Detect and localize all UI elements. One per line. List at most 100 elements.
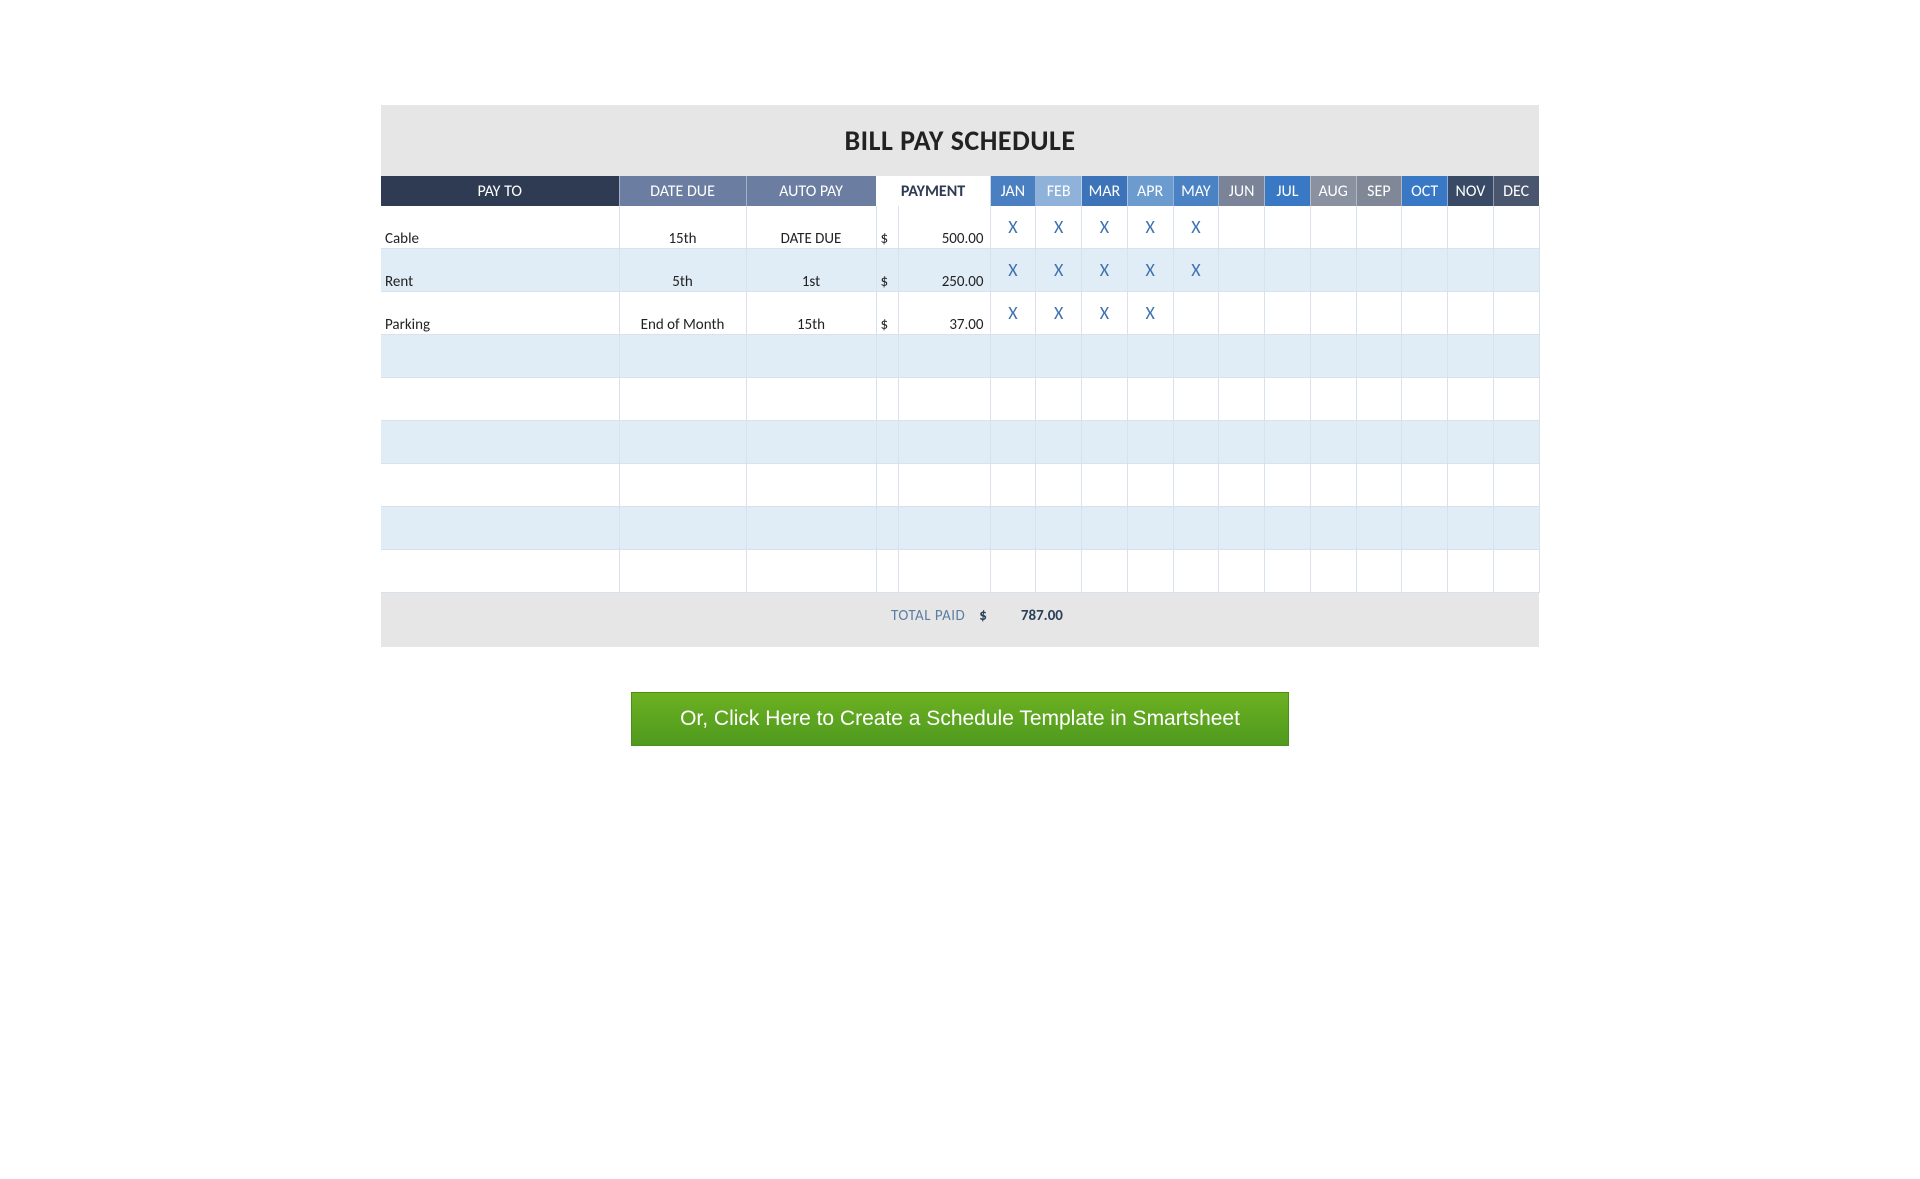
cell-month-jan[interactable]	[990, 335, 1036, 378]
cell-month-jul[interactable]	[1265, 249, 1311, 292]
cell-month-dec[interactable]	[1493, 206, 1539, 249]
cell-month-apr[interactable]	[1127, 378, 1173, 421]
cell-month-may[interactable]: X	[1173, 249, 1219, 292]
cell-month-jan[interactable]	[990, 421, 1036, 464]
cell-month-apr[interactable]: X	[1127, 292, 1173, 335]
cell-month-feb[interactable]	[1036, 550, 1082, 593]
cell-month-dec[interactable]	[1493, 507, 1539, 550]
cell-month-mar[interactable]: X	[1082, 206, 1128, 249]
cell-month-aug[interactable]	[1310, 550, 1356, 593]
cell-month-apr[interactable]: X	[1127, 249, 1173, 292]
cell-month-jun[interactable]	[1219, 292, 1265, 335]
cell-date-due[interactable]	[619, 378, 746, 421]
cell-month-oct[interactable]	[1402, 335, 1448, 378]
cell-pay-to[interactable]	[381, 464, 619, 507]
cell-month-feb[interactable]	[1036, 378, 1082, 421]
cell-month-dec[interactable]	[1493, 378, 1539, 421]
cell-month-may[interactable]	[1173, 421, 1219, 464]
cell-pay-to[interactable]	[381, 421, 619, 464]
cell-month-mar[interactable]	[1082, 464, 1128, 507]
cell-month-jun[interactable]	[1219, 507, 1265, 550]
cell-month-dec[interactable]	[1493, 421, 1539, 464]
cell-month-jan[interactable]	[990, 550, 1036, 593]
cell-month-jan[interactable]	[990, 507, 1036, 550]
cell-month-mar[interactable]	[1082, 335, 1128, 378]
cell-month-oct[interactable]	[1402, 550, 1448, 593]
cell-month-jul[interactable]	[1265, 550, 1311, 593]
cell-date-due[interactable]	[619, 550, 746, 593]
cell-amount[interactable]: 37.00	[898, 292, 990, 335]
cell-month-feb[interactable]	[1036, 421, 1082, 464]
cell-amount[interactable]	[898, 550, 990, 593]
cell-month-jun[interactable]	[1219, 335, 1265, 378]
cell-month-jan[interactable]	[990, 378, 1036, 421]
cell-date-due[interactable]	[619, 464, 746, 507]
cell-month-nov[interactable]	[1448, 507, 1494, 550]
cell-amount[interactable]	[898, 335, 990, 378]
cell-month-mar[interactable]	[1082, 421, 1128, 464]
cell-month-nov[interactable]	[1448, 292, 1494, 335]
cell-month-apr[interactable]	[1127, 421, 1173, 464]
cell-month-may[interactable]	[1173, 335, 1219, 378]
cell-date-due[interactable]	[619, 421, 746, 464]
cell-date-due[interactable]	[619, 335, 746, 378]
cell-month-apr[interactable]	[1127, 464, 1173, 507]
cell-month-aug[interactable]	[1310, 292, 1356, 335]
cell-month-oct[interactable]	[1402, 292, 1448, 335]
cell-month-oct[interactable]	[1402, 206, 1448, 249]
cell-month-jul[interactable]	[1265, 292, 1311, 335]
cell-date-due[interactable]: 15th	[619, 206, 746, 249]
cell-month-sep[interactable]	[1356, 206, 1402, 249]
cell-auto-pay[interactable]: 1st	[746, 249, 876, 292]
cell-month-may[interactable]	[1173, 550, 1219, 593]
cell-month-may[interactable]: X	[1173, 206, 1219, 249]
cell-month-dec[interactable]	[1493, 335, 1539, 378]
cell-month-mar[interactable]: X	[1082, 292, 1128, 335]
cell-month-may[interactable]	[1173, 507, 1219, 550]
cell-month-nov[interactable]	[1448, 378, 1494, 421]
cell-month-feb[interactable]: X	[1036, 292, 1082, 335]
cell-month-nov[interactable]	[1448, 550, 1494, 593]
cell-auto-pay[interactable]	[746, 378, 876, 421]
cell-month-oct[interactable]	[1402, 249, 1448, 292]
create-smartsheet-button[interactable]: Or, Click Here to Create a Schedule Temp…	[631, 692, 1289, 746]
cell-month-sep[interactable]	[1356, 421, 1402, 464]
cell-month-apr[interactable]	[1127, 507, 1173, 550]
cell-month-nov[interactable]	[1448, 464, 1494, 507]
cell-month-jul[interactable]	[1265, 206, 1311, 249]
cell-month-mar[interactable]	[1082, 378, 1128, 421]
cell-amount[interactable]	[898, 464, 990, 507]
cell-month-jul[interactable]	[1265, 507, 1311, 550]
cell-pay-to[interactable]	[381, 378, 619, 421]
cell-month-apr[interactable]: X	[1127, 206, 1173, 249]
cell-month-nov[interactable]	[1448, 249, 1494, 292]
cell-month-aug[interactable]	[1310, 378, 1356, 421]
cell-pay-to[interactable]: Cable	[381, 206, 619, 249]
cell-month-sep[interactable]	[1356, 335, 1402, 378]
cell-pay-to[interactable]	[381, 335, 619, 378]
cell-month-feb[interactable]	[1036, 507, 1082, 550]
cell-month-jan[interactable]: X	[990, 249, 1036, 292]
cell-month-may[interactable]	[1173, 464, 1219, 507]
cell-month-nov[interactable]	[1448, 335, 1494, 378]
cell-pay-to[interactable]: Parking	[381, 292, 619, 335]
cell-month-dec[interactable]	[1493, 249, 1539, 292]
cell-month-sep[interactable]	[1356, 464, 1402, 507]
cell-month-jun[interactable]	[1219, 378, 1265, 421]
cell-month-oct[interactable]	[1402, 507, 1448, 550]
cell-auto-pay[interactable]: 15th	[746, 292, 876, 335]
cell-month-apr[interactable]	[1127, 335, 1173, 378]
cell-pay-to[interactable]	[381, 550, 619, 593]
cell-month-aug[interactable]	[1310, 249, 1356, 292]
cell-date-due[interactable]: 5th	[619, 249, 746, 292]
cell-month-aug[interactable]	[1310, 421, 1356, 464]
cell-auto-pay[interactable]: DATE DUE	[746, 206, 876, 249]
cell-month-jul[interactable]	[1265, 464, 1311, 507]
cell-month-sep[interactable]	[1356, 550, 1402, 593]
cell-month-feb[interactable]	[1036, 464, 1082, 507]
cell-month-may[interactable]	[1173, 378, 1219, 421]
cell-date-due[interactable]	[619, 507, 746, 550]
cell-month-jun[interactable]	[1219, 421, 1265, 464]
cell-month-dec[interactable]	[1493, 550, 1539, 593]
cell-month-mar[interactable]	[1082, 550, 1128, 593]
